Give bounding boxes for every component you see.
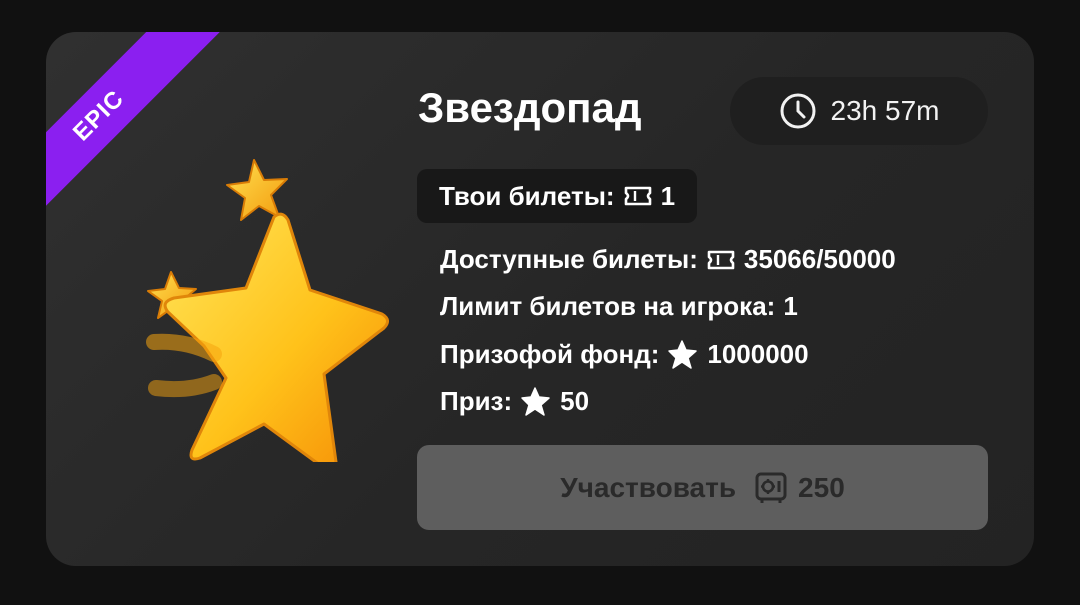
raffle-card: EPIC Звездопад 23h 57m Твои билеты: 1 До… <box>46 32 1034 566</box>
prize-line: Приз: 50 <box>440 385 589 417</box>
prize-pool-value: 1000000 <box>707 338 809 369</box>
my-tickets-badge: Твои билеты: 1 <box>417 169 698 223</box>
available-tickets-value: 35066/50000 <box>743 244 896 274</box>
timer-value: 23h 57m <box>830 95 940 126</box>
participate-button[interactable]: Участвовать 250 <box>417 445 988 530</box>
ticket-limit-value: 1 <box>783 291 798 321</box>
raffle-title: Звездопад <box>418 84 642 131</box>
star-icon <box>520 385 552 417</box>
participate-button-label: Участвовать <box>560 471 737 503</box>
available-tickets-line: Доступные билеты: 35066/50000 <box>440 244 896 275</box>
falling-stars-illustration <box>146 159 389 462</box>
ticket-limit-label: Лимит билетов на игрока: <box>440 291 776 321</box>
rarity-badge-label: EPIC <box>67 84 130 147</box>
big-star-icon <box>163 212 389 462</box>
prize-value: 50 <box>560 385 590 416</box>
participate-price: 250 <box>754 471 845 505</box>
ticket-icon <box>623 184 653 208</box>
ticket-icon <box>706 248 736 272</box>
ticket-limit-line: Лимит билетов на игрока: 1 <box>440 291 798 322</box>
prize-pool-label: Призофой фонд: <box>440 338 660 369</box>
my-tickets-label: Твои билеты: <box>439 180 615 211</box>
timer-pill: 23h 57m <box>730 77 988 145</box>
my-tickets-value: 1 <box>660 180 676 211</box>
prize-pool-line: Призофой фонд: 1000000 <box>440 338 809 370</box>
small-star-icon <box>226 159 288 221</box>
star-icon <box>667 338 699 370</box>
available-tickets-label: Доступные билеты: <box>440 244 698 274</box>
participate-price-value: 250 <box>798 471 845 503</box>
safe-icon <box>754 471 788 505</box>
prize-label: Приз: <box>440 385 513 416</box>
clock-icon <box>780 93 816 129</box>
